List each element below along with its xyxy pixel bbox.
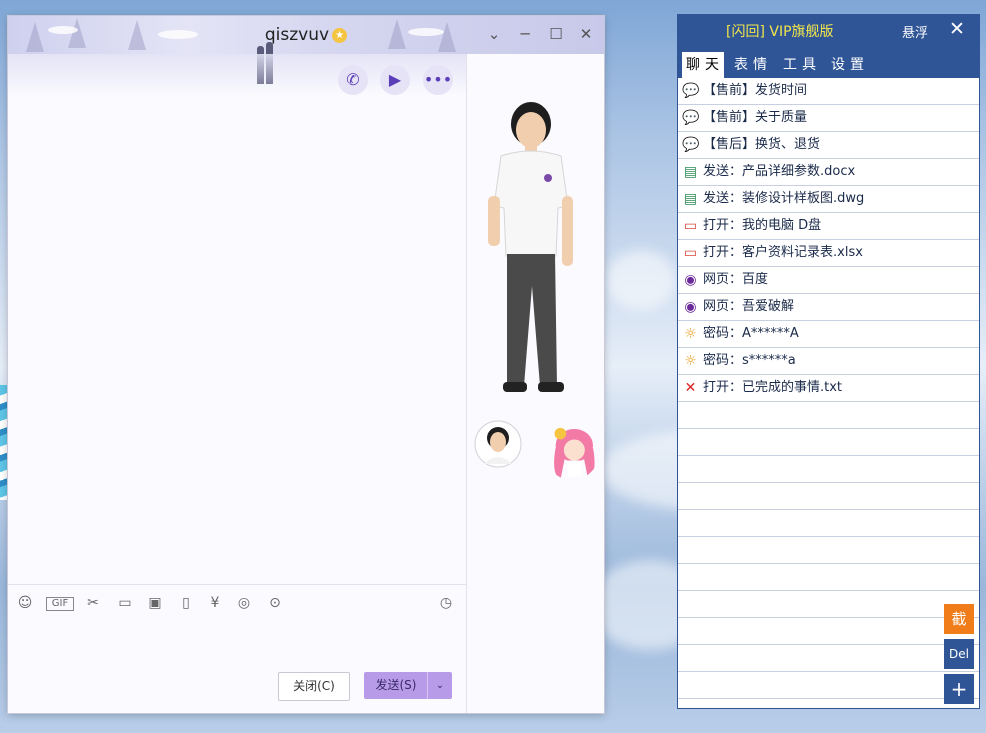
list-item-label: 【售后】换货、退货 xyxy=(703,137,821,152)
contact-avatar-figure xyxy=(488,102,573,392)
tab-tools[interactable]: 工具 xyxy=(779,52,821,78)
list-item[interactable]: ▭ 打开：我的电脑 D盘 xyxy=(678,213,979,240)
emoji-icon[interactable]: ☺ xyxy=(14,592,36,614)
x-mark-icon: ✕ xyxy=(684,380,697,396)
empty-row xyxy=(678,429,979,456)
send-button-label: 发送(S) xyxy=(375,678,417,692)
document-icon: ▤ xyxy=(683,164,698,180)
shake-icon[interactable]: ▯ xyxy=(175,592,197,614)
desktop-cloud xyxy=(606,250,676,310)
close-icon[interactable]: ✕ xyxy=(575,24,597,44)
list-item[interactable]: 💬 【售前】关于质量 xyxy=(678,105,979,132)
list-item-label: 密码：s******a xyxy=(703,353,796,368)
contact-name: qiszvuv xyxy=(264,25,330,45)
tab-emoji[interactable]: 表情 xyxy=(730,52,772,78)
more-tools-icon[interactable]: ⊙ xyxy=(264,592,286,614)
list-item[interactable]: ◉ 网页：百度 xyxy=(678,267,979,294)
scissors-icon[interactable]: ✂ xyxy=(82,592,104,614)
list-item-label: 打开：客户资料记录表.xlsx xyxy=(703,245,863,260)
tab-chat[interactable]: 聊天 xyxy=(682,52,724,78)
chat-window: qiszvuv ★ ⌄ ─ ☐ ✕ ✆ ▶ ••• ☺ GIF ✂ ▭ ▣ ▯ ¥… xyxy=(8,16,604,713)
maximize-icon[interactable]: ☐ xyxy=(545,24,567,44)
list-item-label: 发送：产品详细参数.docx xyxy=(703,164,856,179)
minimize-icon[interactable]: ─ xyxy=(514,24,536,44)
list-item-label: 打开：已完成的事情.txt xyxy=(703,380,843,395)
list-item-label: 密码：A******A xyxy=(703,326,799,341)
chat-bubble-icon: 💬 xyxy=(682,83,700,99)
vip-title: [闪回] VIP旗舰版 xyxy=(726,24,834,40)
vip-tabs: 聊天 表情 工具 设置 xyxy=(678,46,979,78)
list-item[interactable]: 💬 【售前】发货时间 xyxy=(678,78,979,105)
more-icon[interactable]: ••• xyxy=(423,65,453,95)
list-item[interactable]: ☼ 密码：A******A xyxy=(678,321,979,348)
add-button[interactable]: + xyxy=(944,674,974,704)
list-item[interactable]: ▤ 发送：装修设计样板图.dwg xyxy=(678,186,979,213)
float-button[interactable]: 悬浮 xyxy=(902,22,928,41)
list-item-label: 发送：装修设计样板图.dwg xyxy=(703,191,865,206)
pet-avatar[interactable] xyxy=(544,420,600,480)
empty-row xyxy=(678,564,979,591)
list-item-label: 网页：百度 xyxy=(703,272,769,287)
my-avatar[interactable] xyxy=(474,420,522,468)
chevron-down-icon[interactable]: ⌄ xyxy=(427,672,452,699)
vip-list: 💬 【售前】发货时间 💬 【售前】关于质量 💬 【售后】换货、退货 ▤ 发送：产品详细参… xyxy=(678,78,979,699)
close-button[interactable]: 关闭(C) xyxy=(278,672,350,701)
input-divider xyxy=(8,584,466,585)
folder-icon[interactable]: ▭ xyxy=(114,592,136,614)
folder-icon: ▭ xyxy=(683,245,698,261)
vip-title-bar: [闪回] VIP旗舰版 悬浮 ✕ xyxy=(678,15,979,46)
music-icon[interactable]: ◎ xyxy=(233,592,255,614)
list-item[interactable]: 💬 【售后】换货、退货 xyxy=(678,132,979,159)
send-button[interactable]: 发送(S) ⌄ xyxy=(364,672,452,699)
list-item[interactable]: ☼ 密码：s******a xyxy=(678,348,979,375)
tab-settings[interactable]: 设置 xyxy=(827,52,869,78)
list-item[interactable]: ▤ 发送：产品详细参数.docx xyxy=(678,159,979,186)
vip-panel: [闪回] VIP旗舰版 悬浮 ✕ 聊天 表情 工具 设置 💬 【售前】发货时间 💬… xyxy=(677,14,980,709)
list-item-label: 网页：吾爱破解 xyxy=(703,299,795,314)
delete-button[interactable]: Del xyxy=(944,639,974,669)
list-item[interactable]: ◉ 网页：吾爱破解 xyxy=(678,294,979,321)
phone-icon[interactable]: ✆ xyxy=(338,65,368,95)
gif-icon[interactable]: GIF xyxy=(46,597,74,611)
empty-row xyxy=(678,618,979,645)
empty-row xyxy=(678,483,979,510)
list-item[interactable]: ▭ 打开：客户资料记录表.xlsx xyxy=(678,240,979,267)
chat-bubble-icon: 💬 xyxy=(682,137,700,153)
chat-bubble-icon: 💬 xyxy=(682,110,700,126)
web-icon: ◉ xyxy=(684,272,697,288)
sun-key-icon: ☼ xyxy=(684,353,697,369)
empty-row xyxy=(678,402,979,429)
document-icon: ▤ xyxy=(683,191,698,207)
panel-divider xyxy=(466,54,467,713)
list-item-label: 【售前】关于质量 xyxy=(703,110,808,125)
list-item[interactable]: ✕ 打开：已完成的事情.txt xyxy=(678,375,979,402)
red-packet-icon[interactable]: ¥ xyxy=(204,592,226,614)
empty-row xyxy=(678,645,979,672)
list-item-label: 【售前】发货时间 xyxy=(703,83,808,98)
desktop-decoration xyxy=(0,385,8,500)
web-icon: ◉ xyxy=(684,299,697,315)
folder-icon: ▭ xyxy=(683,218,698,234)
chevron-down-icon[interactable]: ⌄ xyxy=(483,24,505,44)
history-icon[interactable]: ◷ xyxy=(435,592,457,614)
empty-row xyxy=(678,672,979,699)
sun-key-icon: ☼ xyxy=(684,326,697,342)
close-icon[interactable]: ✕ xyxy=(949,18,965,40)
empty-row xyxy=(678,456,979,483)
list-item-label: 打开：我的电脑 D盘 xyxy=(703,218,822,233)
vip-badge-icon[interactable]: ★ xyxy=(332,27,348,43)
video-call-icon[interactable]: ▶ xyxy=(380,65,410,95)
screenshot-button[interactable]: 截 xyxy=(944,604,974,634)
empty-row xyxy=(678,591,979,618)
empty-row xyxy=(678,537,979,564)
image-icon[interactable]: ▣ xyxy=(144,592,166,614)
empty-row xyxy=(678,510,979,537)
